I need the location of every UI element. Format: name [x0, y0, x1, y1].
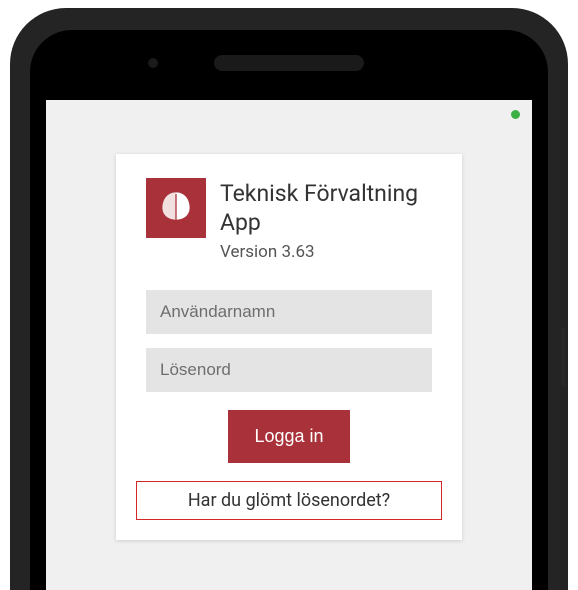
- phone-side-button: [561, 328, 565, 386]
- leaf-icon: [159, 189, 193, 227]
- title-block: Teknisk Förvaltning App Version 3.63: [220, 178, 432, 262]
- card-header: Teknisk Förvaltning App Version 3.63: [146, 178, 432, 262]
- app-title: Teknisk Förvaltning App: [220, 180, 432, 238]
- status-dot: [511, 110, 520, 119]
- app-screen: Teknisk Förvaltning App Version 3.63 Log…: [46, 100, 532, 590]
- phone-bezel: Teknisk Förvaltning App Version 3.63 Log…: [30, 30, 548, 590]
- login-card: Teknisk Förvaltning App Version 3.63 Log…: [116, 154, 462, 540]
- app-logo: [146, 178, 206, 238]
- app-version: Version 3.63: [220, 242, 432, 262]
- button-row: Logga in: [146, 410, 432, 463]
- login-button[interactable]: Logga in: [228, 410, 349, 463]
- phone-frame: Teknisk Förvaltning App Version 3.63 Log…: [10, 8, 568, 590]
- phone-speaker: [214, 55, 364, 71]
- password-input[interactable]: [146, 348, 432, 392]
- forgot-password-link[interactable]: Har du glömt lösenordet?: [136, 481, 442, 520]
- phone-camera: [148, 58, 158, 68]
- username-input[interactable]: [146, 290, 432, 334]
